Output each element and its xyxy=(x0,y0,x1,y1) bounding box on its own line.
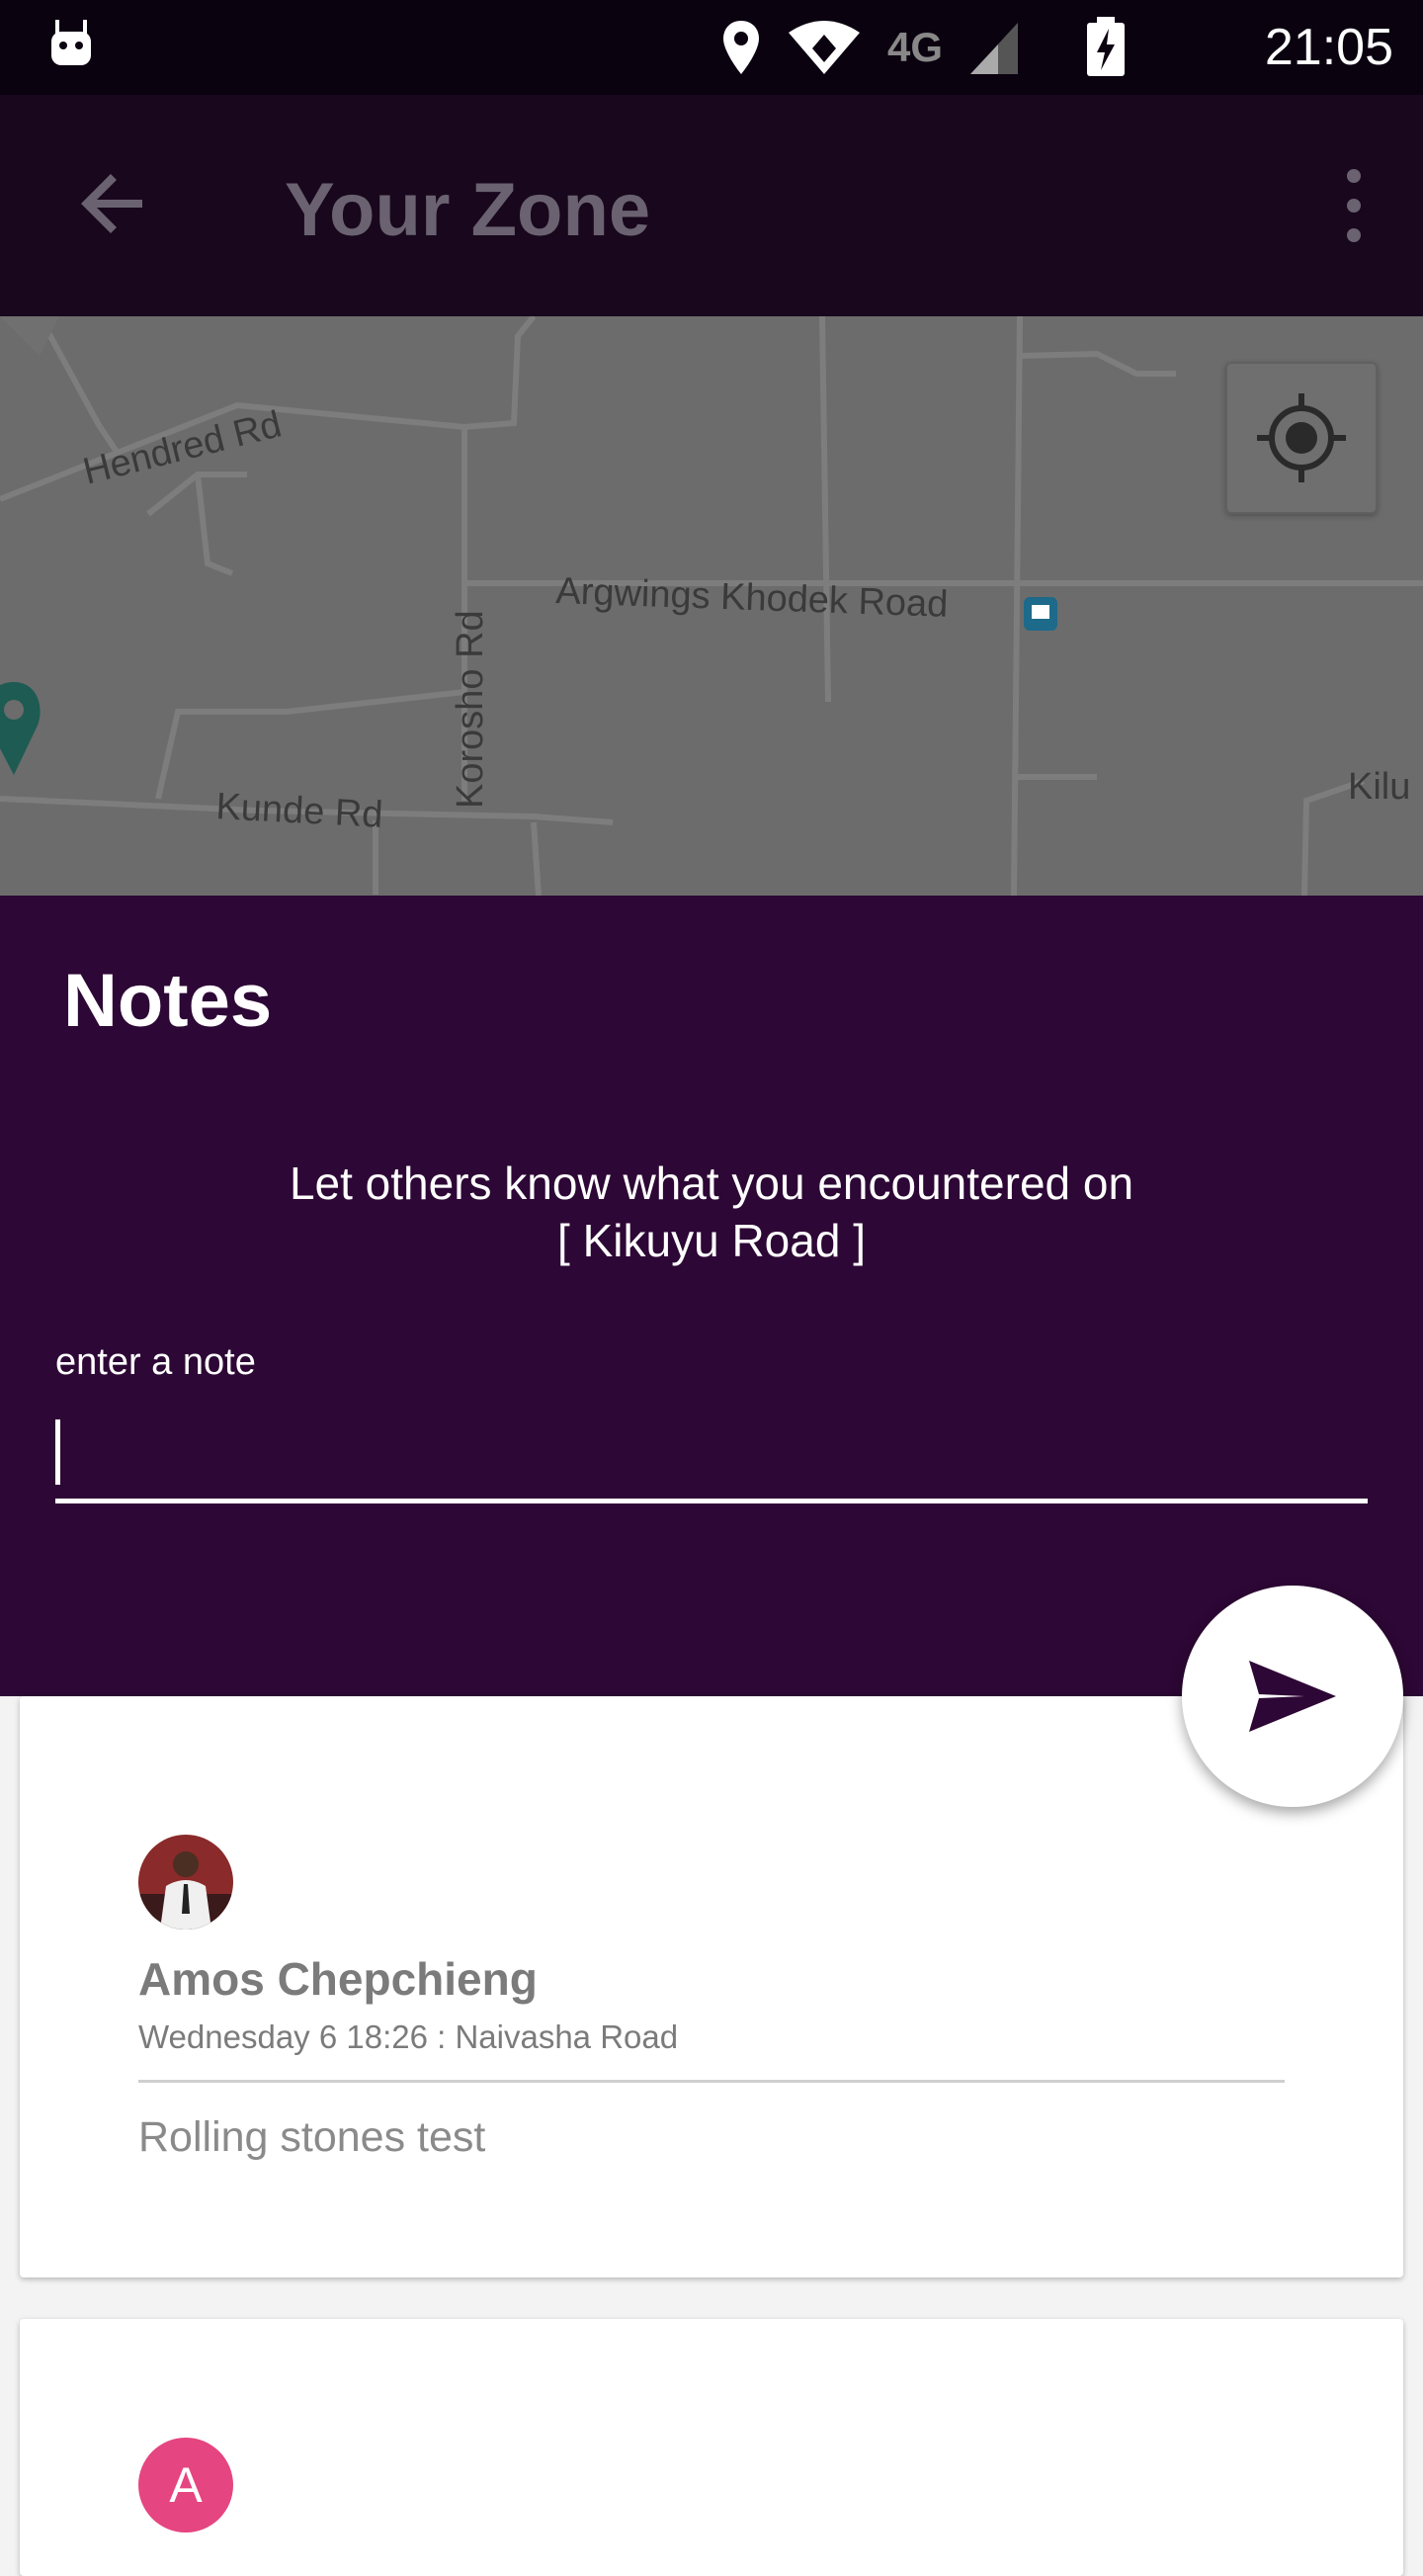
text-cursor xyxy=(55,1419,60,1485)
battery-charging-icon xyxy=(1087,17,1125,76)
status-bar: 4G 21:05 xyxy=(0,0,1423,95)
app-bar: Your Zone xyxy=(0,95,1423,316)
map-label-kilu: Kilu xyxy=(1348,766,1410,808)
card-divider xyxy=(138,2080,1285,2083)
note-text: Rolling stones test xyxy=(138,2113,486,2161)
android-icon xyxy=(51,20,91,65)
wifi-icon xyxy=(788,21,860,74)
note-meta: Wednesday 6 18:26 : Naivasha Road xyxy=(138,2018,679,2055)
signal-icon xyxy=(970,23,1018,74)
note-card[interactable]: Amos Chepchieng Wednesday 6 18:26 : Naiv… xyxy=(20,1696,1403,2277)
avatar[interactable]: A xyxy=(138,2438,233,2533)
4g-lte-icon: 4G xyxy=(886,24,943,70)
map-label-kunde: Kunde Rd xyxy=(215,786,384,836)
notes-prompt-road: [ Kikuyu Road ] xyxy=(557,1215,866,1266)
location-icon xyxy=(722,21,759,74)
notes-heading: Notes xyxy=(63,959,273,1043)
avatar-photo-icon xyxy=(138,1835,233,1930)
arrow-back-icon[interactable] xyxy=(71,162,154,245)
page-title: Your Zone xyxy=(285,168,651,252)
avatar[interactable] xyxy=(138,1835,233,1930)
map-view[interactable]: Hendred Rd Argwings Khodek Road Korosho … xyxy=(0,316,1423,896)
status-icons: 4G xyxy=(721,14,1127,81)
status-time: 21:05 xyxy=(1264,19,1393,76)
map-canvas[interactable]: Hendred Rd Argwings Khodek Road Korosho … xyxy=(0,316,1423,896)
notes-prompt-line1: Let others know what you encountered on xyxy=(289,1158,1134,1209)
note-input[interactable] xyxy=(55,1412,1368,1503)
note-author: Amos Chepchieng xyxy=(138,1953,538,2005)
map-label-korosho: Korosho Rd xyxy=(450,610,491,809)
notes-header: Notes xyxy=(0,896,1423,1115)
note-input-label: enter a note xyxy=(55,1341,256,1383)
notes-compose: Let others know what you encountered on … xyxy=(0,1115,1423,1696)
my-location-button[interactable] xyxy=(1225,362,1378,514)
bus-stop-icon[interactable] xyxy=(1024,597,1057,631)
send-icon xyxy=(1249,1661,1336,1732)
send-button[interactable] xyxy=(1182,1586,1403,1807)
more-vert-icon[interactable] xyxy=(1334,166,1374,245)
note-card[interactable]: A xyxy=(20,2319,1403,2576)
my-location-icon xyxy=(1257,393,1346,482)
notes-prompt: Let others know what you encountered on … xyxy=(0,1155,1423,1269)
